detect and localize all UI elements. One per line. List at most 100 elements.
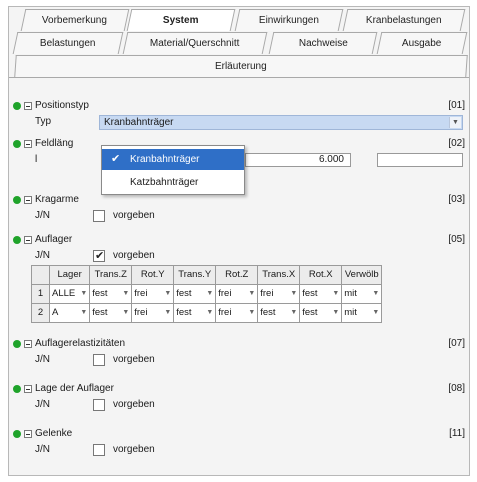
rot-z-cell[interactable]: frei ▼ xyxy=(215,303,259,323)
jn-label: J/N xyxy=(35,250,50,261)
section-title: Gelenke xyxy=(35,428,73,439)
rot-z-cell[interactable]: frei ▼ xyxy=(215,284,259,304)
typ-value: Kranbahnträger xyxy=(104,117,174,128)
green-dot-icon xyxy=(13,236,21,244)
row-index: 2 xyxy=(31,303,50,323)
chevron-down-icon[interactable]: ▼ xyxy=(290,285,297,303)
l-extra-input[interactable] xyxy=(377,153,463,167)
section-title: Kragarme xyxy=(35,194,79,205)
minus-box-icon[interactable] xyxy=(24,340,32,348)
section-number: [07] xyxy=(448,338,465,349)
jn-label: J/N xyxy=(35,399,50,410)
chevron-down-icon[interactable]: ▼ xyxy=(449,117,461,128)
section-number: [02] xyxy=(448,138,465,149)
rot-x-cell[interactable]: fest ▼ xyxy=(299,284,343,304)
checkbox-label: vorgeben xyxy=(113,399,155,410)
verwoelb-cell[interactable]: mit ▼ xyxy=(341,303,383,323)
typ-select[interactable]: Kranbahnträger ▼ xyxy=(99,115,463,130)
chevron-down-icon[interactable]: ▼ xyxy=(290,304,297,322)
tab-erlaeuterung[interactable]: Erläuterung xyxy=(14,55,468,77)
gelenke-checkbox[interactable] xyxy=(93,444,105,456)
content-divider xyxy=(9,77,469,78)
section-auflager: Auflager [05] J/N vorgeben Lager Trans.Z… xyxy=(13,233,465,323)
rot-y-cell[interactable]: frei ▼ xyxy=(131,284,175,304)
tab-ausgabe[interactable]: Ausgabe xyxy=(376,32,468,54)
trans-z-cell[interactable]: fest ▼ xyxy=(89,284,133,304)
auflager-checkbox[interactable] xyxy=(93,247,105,265)
chevron-down-icon[interactable]: ▼ xyxy=(80,304,87,322)
green-dot-icon xyxy=(13,340,21,348)
chevron-down-icon[interactable]: ▼ xyxy=(248,304,255,322)
tab-system[interactable]: System xyxy=(126,9,236,31)
tab-material-querschnitt[interactable]: Material/Querschnitt xyxy=(122,32,268,54)
green-dot-icon xyxy=(13,140,21,148)
column-header: Rot.Y xyxy=(131,265,175,285)
system-panel: Vorbemerkung System Einwirkungen Kranbel… xyxy=(8,6,470,476)
checkmark-icon: ✔ xyxy=(111,153,121,165)
chevron-down-icon[interactable]: ▼ xyxy=(332,285,339,303)
section-number: [11] xyxy=(449,428,465,439)
minus-box-icon[interactable] xyxy=(24,430,32,438)
tab-row-3: Erläuterung xyxy=(9,55,469,77)
column-header: Trans.X xyxy=(257,265,301,285)
lage-checkbox[interactable] xyxy=(93,399,105,411)
tab-nachweise[interactable]: Nachweise xyxy=(268,32,378,54)
green-dot-icon xyxy=(13,430,21,438)
l-input[interactable]: 6.000 xyxy=(245,153,351,167)
jn-label: J/N xyxy=(35,210,50,221)
verwoelb-cell[interactable]: mit ▼ xyxy=(341,284,383,304)
trans-x-cell[interactable]: frei ▼ xyxy=(257,284,301,304)
trans-x-cell[interactable]: fest ▼ xyxy=(257,303,301,323)
chevron-down-icon[interactable]: ▼ xyxy=(122,285,129,303)
chevron-down-icon[interactable]: ▼ xyxy=(206,304,213,322)
lager-cell[interactable]: A ▼ xyxy=(48,303,91,323)
rot-x-cell[interactable]: fest ▼ xyxy=(299,303,343,323)
section-number: [03] xyxy=(448,194,465,205)
section-number: [05] xyxy=(448,234,465,245)
option-katzbahntraeger[interactable]: Katzbahnträger xyxy=(102,172,244,193)
minus-box-icon[interactable] xyxy=(24,236,32,244)
green-dot-icon xyxy=(13,196,21,204)
chevron-down-icon[interactable]: ▼ xyxy=(332,304,339,322)
table-row: 1 ALLE ▼ fest ▼ frei ▼ fest ▼ frei ▼ frei ▼ fe… xyxy=(31,284,383,304)
typ-label: Typ xyxy=(35,116,52,127)
minus-box-icon[interactable] xyxy=(24,385,32,393)
option-kranbahntraeger[interactable]: ✔ Kranbahnträger xyxy=(102,149,244,170)
minus-box-icon[interactable] xyxy=(24,196,32,204)
column-header: Rot.Z xyxy=(215,265,259,285)
tab-einwirkungen[interactable]: Einwirkungen xyxy=(234,9,344,31)
column-header xyxy=(31,265,50,285)
section-title: Feldläng xyxy=(35,138,74,149)
auflager-table: Lager Trans.Z Rot.Y Trans.Y Rot.Z Trans.… xyxy=(31,265,383,323)
chevron-down-icon[interactable]: ▼ xyxy=(248,285,255,303)
minus-box-icon[interactable] xyxy=(24,102,32,110)
section-title: Auflagerelastizitäten xyxy=(35,338,126,349)
rot-y-cell[interactable]: frei ▼ xyxy=(131,303,175,323)
tab-row-1: Vorbemerkung System Einwirkungen Kranbel… xyxy=(9,9,469,31)
chevron-down-icon[interactable]: ▼ xyxy=(164,285,171,303)
trans-y-cell[interactable]: fest ▼ xyxy=(173,303,217,323)
column-header: Verwölb xyxy=(341,265,383,285)
chevron-down-icon[interactable]: ▼ xyxy=(164,304,171,322)
chevron-down-icon[interactable]: ▼ xyxy=(206,285,213,303)
table-row: 2 A ▼ fest ▼ frei ▼ fest ▼ frei ▼ fest ▼ fest ▼… xyxy=(31,303,383,323)
l-label: l xyxy=(35,154,38,165)
tab-kranbelastungen[interactable]: Kranbelastungen xyxy=(342,9,466,31)
auflagerelast-checkbox[interactable] xyxy=(93,354,105,366)
chevron-down-icon[interactable]: ▼ xyxy=(372,304,379,322)
trans-y-cell[interactable]: fest ▼ xyxy=(173,284,217,304)
tab-row-2: Belastungen Material/Querschnitt Nachwei… xyxy=(9,32,469,54)
column-header: Trans.Z xyxy=(89,265,133,285)
chevron-down-icon[interactable]: ▼ xyxy=(122,304,129,322)
minus-box-icon[interactable] xyxy=(24,140,32,148)
tab-vorbemerkung[interactable]: Vorbemerkung xyxy=(20,9,130,31)
checkbox-label: vorgeben xyxy=(113,354,155,365)
chevron-down-icon[interactable]: ▼ xyxy=(80,285,87,303)
tab-belastungen[interactable]: Belastungen xyxy=(12,32,124,54)
trans-z-cell[interactable]: fest ▼ xyxy=(89,303,133,323)
kragarme-checkbox[interactable] xyxy=(93,210,105,222)
chevron-down-icon[interactable]: ▼ xyxy=(372,285,379,303)
lager-cell[interactable]: ALLE ▼ xyxy=(48,284,91,304)
green-dot-icon xyxy=(13,385,21,393)
typ-dropdown-list: ✔ Kranbahnträger Katzbahnträger xyxy=(101,145,245,195)
